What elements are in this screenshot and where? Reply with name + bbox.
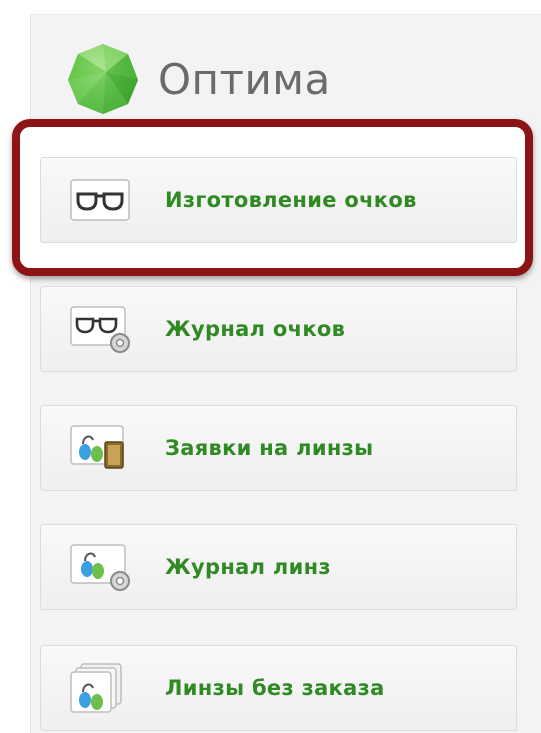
menu-item-label: Заявки на линзы [165, 436, 374, 460]
menu-item-label: Изготовление очков [165, 188, 417, 212]
menu-item-lenses-without-order[interactable]: Линзы без заказа [40, 645, 517, 731]
glasses-icon [70, 179, 130, 221]
menu-item-label: Журнал линз [165, 555, 331, 579]
menu-item-lens-journal[interactable]: Журнал линз [40, 524, 517, 610]
menu-item-label: Линзы без заказа [165, 676, 385, 700]
glasses-journal-icon [70, 306, 130, 353]
app-title: Оптима [158, 54, 331, 104]
menu-item-label: Журнал очков [165, 317, 346, 341]
app-header: Оптима [66, 44, 331, 114]
menu-item-glasses-journal[interactable]: Журнал очков [40, 286, 517, 372]
menu-item-lens-orders[interactable]: Заявки на линзы [40, 405, 517, 491]
menu-item-glasses-manufacturing[interactable]: Изготовление очков [40, 157, 517, 243]
lens-orders-icon [70, 425, 124, 469]
lenses-without-order-icon [70, 663, 122, 713]
lens-journal-icon [70, 544, 130, 591]
optima-logo-icon [68, 44, 138, 114]
